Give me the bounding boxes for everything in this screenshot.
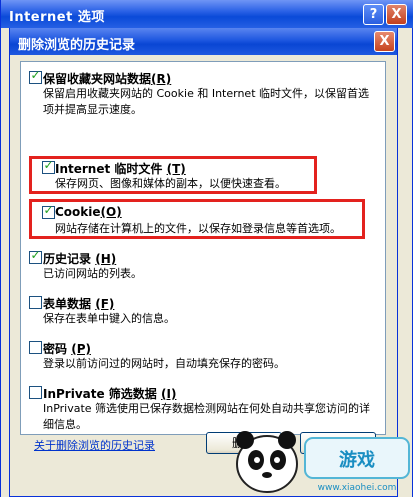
option-title[interactable]: 表单数据 (F): [43, 295, 114, 312]
check-mark-icon: ✓: [43, 203, 54, 217]
option-title[interactable]: 保留收藏夹网站数据(R): [43, 70, 171, 87]
help-button[interactable]: ?: [363, 4, 384, 25]
option-title[interactable]: Cookie(O): [55, 205, 122, 219]
options-panel: ✓ 保留收藏夹网站数据(R) 保留启用收藏夹网站的 Cookie 和 Inter…: [20, 61, 386, 435]
dialog-close-button[interactable]: X: [374, 31, 395, 52]
option-title[interactable]: 历史记录 (H): [43, 250, 116, 267]
option-temp-files: ✓ Internet 临时文件 (T) 保存网页、图像和媒体的副本，以便快速查看…: [21, 158, 385, 194]
dialog-title: 删除浏览的历史记录: [18, 38, 136, 53]
check-mark-icon: ✓: [43, 158, 54, 172]
option-description: 保存网页、图像和媒体的副本，以便快速查看。: [55, 177, 286, 190]
checkbox-inprivate-filter[interactable]: [29, 386, 42, 399]
watermark-logo: 游戏 www.xiaohei.com: [236, 431, 410, 493]
option-title[interactable]: InPrivate 筛选数据 (I): [43, 385, 176, 402]
option-description: 网站存储在计算机上的文件，以保存如登录信息等首选项。: [55, 222, 341, 235]
option-form-data: 表单数据 (F) 保存在表单中键入的信息。: [21, 295, 385, 329]
option-passwords: 密码 (P) 登录以前访问过的网站时，自动填充保存的密码。: [21, 340, 385, 374]
check-mark-icon: ✓: [30, 68, 41, 82]
xiaohei-badge: 游戏 www.xiaohei.com: [304, 437, 410, 493]
option-cookie: ✓ Cookie(O) 网站存储在计算机上的文件，以保存如登录信息等首选项。: [21, 203, 385, 239]
checkbox-temp-files[interactable]: ✓: [42, 158, 55, 174]
option-description: 保存在表单中键入的信息。: [43, 312, 175, 325]
outer-title-bar[interactable]: Internet 选项 ? X: [1, 0, 413, 28]
option-history: ✓ 历史记录 (H) 已访问网站的列表。: [21, 248, 385, 284]
outer-close-button[interactable]: X: [386, 4, 407, 25]
about-history-link[interactable]: 关于删除浏览的历史记录: [34, 437, 155, 453]
option-preserve-favorites: ✓ 保留收藏夹网站数据(R) 保留启用收藏夹网站的 Cookie 和 Inter…: [21, 68, 385, 118]
check-mark-icon: ✓: [30, 248, 41, 262]
panda-icon: [236, 431, 298, 493]
checkbox-form-data[interactable]: [29, 296, 42, 309]
checkbox-passwords[interactable]: [29, 341, 42, 354]
option-description: 登录以前访问过的网站时，自动填充保存的密码。: [43, 357, 285, 370]
checkbox-history[interactable]: ✓: [29, 248, 42, 264]
option-description: 保留启用收藏夹网站的 Cookie 和 Internet 临时文件，以保留首选项…: [43, 87, 369, 116]
outer-window-title: Internet 选项: [9, 10, 105, 25]
checkbox-cookie[interactable]: ✓: [42, 203, 55, 219]
watermark-text: 游戏: [339, 449, 375, 471]
watermark-site: www.xiaohei.com: [318, 483, 397, 493]
option-title[interactable]: 密码 (P): [43, 340, 91, 357]
option-description: 已访问网站的列表。: [43, 267, 142, 280]
checkbox-preserve-favorites[interactable]: ✓: [29, 68, 42, 84]
dialog-title-bar[interactable]: 删除浏览的历史记录 X: [10, 28, 397, 55]
option-title[interactable]: Internet 临时文件 (T): [55, 160, 186, 177]
